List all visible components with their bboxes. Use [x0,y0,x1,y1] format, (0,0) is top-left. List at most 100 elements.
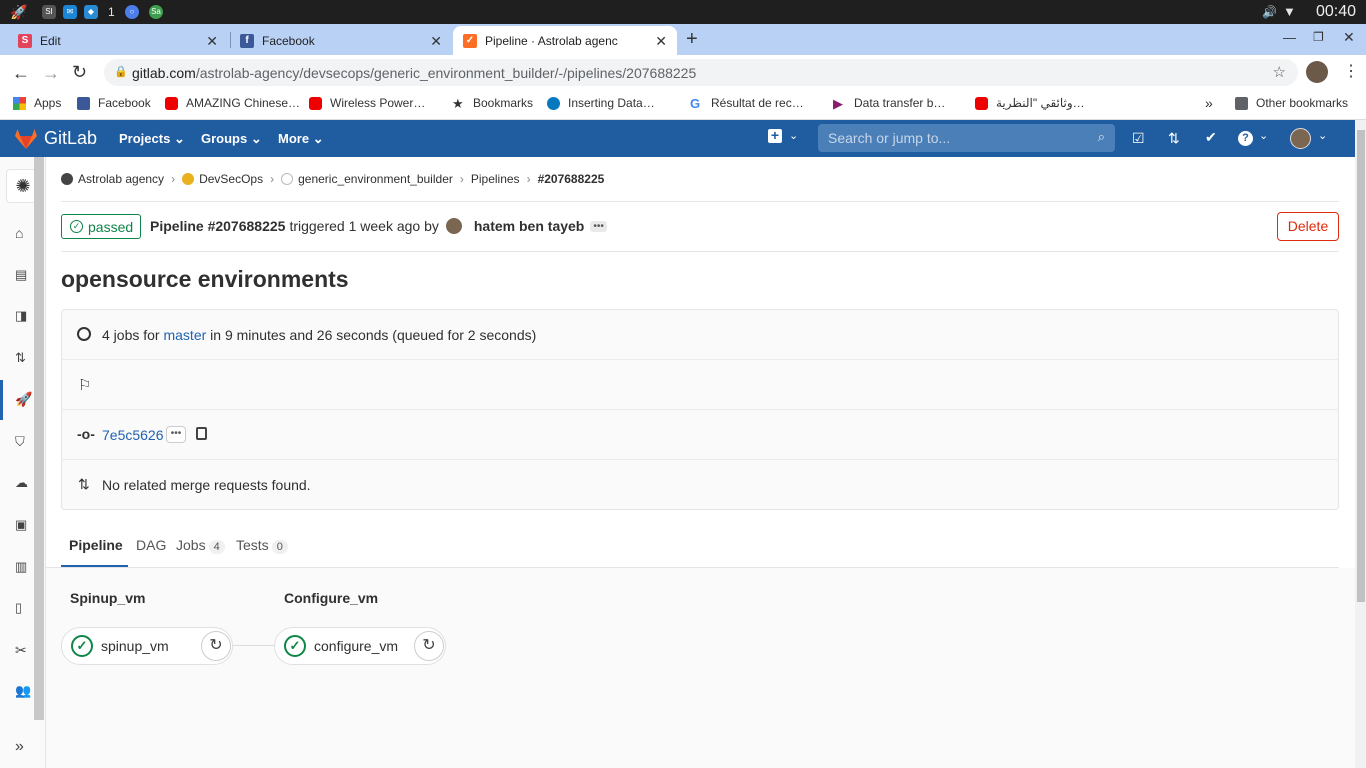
arrow-bookmark-icon: ▶ [833,95,843,111]
analytics-icon[interactable]: ▥ [15,559,31,575]
breadcrumb-current[interactable]: #207688225 [538,172,605,186]
new-plus-icon[interactable]: + [768,128,782,143]
chrome-app-icon[interactable]: ○ [125,5,139,19]
bookmark-inserting[interactable]: Inserting Data… [547,96,655,110]
new-tab-icon[interactable]: + [686,28,698,51]
breadcrumb-item[interactable]: Pipelines [471,172,520,186]
tab-facebook[interactable]: f Facebook ✕ [232,26,452,55]
rocket-icon[interactable]: 🚀 [10,4,27,21]
si-app-icon[interactable]: SI [42,5,56,19]
tab-pipeline[interactable]: Pipeline [69,537,123,553]
packages-icon[interactable]: ▣ [15,517,31,533]
back-icon[interactable]: ← [12,63,30,84]
clock: 00:40 [1315,3,1356,20]
merge-requests-icon[interactable]: ⇅ [15,350,31,366]
retry-button[interactable]: ↻ [201,631,231,661]
tab-pipeline[interactable]: ✓ Pipeline · Astrolab agenc ✕ [453,26,677,55]
minimize-icon[interactable]: — [1283,30,1296,45]
cicd-rocket-icon[interactable]: 🚀 [15,391,32,407]
star-icon[interactable]: ☆ [1273,63,1286,81]
gitlab-header: GitLab Projects ⌄ Groups ⌄ More ⌄ + ⌄ ☑ … [0,120,1355,157]
bookmark-label: Résultat de rec… [711,96,804,110]
flag-icon: ⚐ [78,377,92,394]
merge-request-icon[interactable]: ⇅ [1168,130,1180,147]
close-icon[interactable]: ✕ [655,33,667,50]
close-icon[interactable]: ✕ [206,33,218,50]
delete-button[interactable]: Delete [1277,212,1339,241]
job-card-spinup[interactable]: ✓ spinup_vm ↻ [61,627,233,665]
commit-expand-button[interactable]: ••• [166,426,186,443]
url-bar[interactable]: 🔒 gitlab.com/astrolab-agency/devsecops/g… [104,59,1298,86]
nav-groups[interactable]: Groups ⌄ [201,131,262,147]
menu-dots-icon[interactable]: ⋮ [1343,61,1359,81]
bookmark-facebook[interactable]: Facebook [77,96,151,110]
window-close-icon[interactable]: ✕ [1343,29,1355,46]
flag-row: ⚐ [62,360,1338,410]
gitlab-logo-icon[interactable] [14,128,38,150]
sidebar-scrollbar[interactable] [34,157,44,720]
bookmark-bookmarks[interactable]: ★ Bookmarks [452,96,533,110]
branch-link[interactable]: master [163,327,206,343]
tab-jobs[interactable]: Jobs 4 [176,537,225,554]
copy-clipboard-icon[interactable] [196,427,207,440]
page-scrollbar-thumb[interactable] [1357,130,1365,602]
job-card-configure[interactable]: ✓ configure_vm ↻ [274,627,446,665]
snippets-scissors-icon[interactable]: ✂ [15,642,31,658]
issues-icon[interactable]: ◨ [15,308,31,324]
profile-avatar[interactable] [1306,61,1328,83]
bookmark-other[interactable]: Other bookmarks [1235,96,1348,110]
help-icon[interactable]: ? [1238,131,1253,146]
repository-icon[interactable]: ▤ [15,267,31,283]
tab-label: Pipeline [69,537,123,553]
members-icon[interactable]: 👥 [15,683,31,699]
check-circle-icon: ✓ [70,220,83,233]
commit-sha-link[interactable]: 7e5c5626 [102,427,164,443]
tab-tests[interactable]: Tests 0 [236,537,288,554]
vscode-app-icon[interactable]: ◆ [84,5,98,19]
user-avatar[interactable] [1290,128,1311,149]
breadcrumb-item[interactable]: generic_environment_builder [298,172,453,186]
nav-projects[interactable]: Projects ⌄ [119,131,185,147]
expand-sidebar-icon[interactable]: » [15,738,31,755]
mail-app-icon[interactable]: ✉ [63,5,77,19]
reload-icon[interactable]: ↻ [72,62,87,83]
sa-app-icon[interactable]: Sa [149,5,163,19]
wiki-book-icon[interactable]: ▯ [15,600,31,616]
issues-check-icon[interactable]: ✔ [1205,129,1217,146]
user-avatar[interactable] [445,218,462,234]
status-badge[interactable]: ✓ passed [61,214,141,239]
breadcrumb-item[interactable]: Astrolab agency [78,172,164,186]
deployments-cloud-icon[interactable]: ☁ [15,475,31,491]
restore-icon[interactable]: ❐ [1313,30,1324,44]
message-icon[interactable]: ••• [590,220,607,232]
tab-dag[interactable]: DAG [136,537,166,553]
user-link[interactable]: hatem ben tayeb [474,218,584,234]
pipeline-details-box: 4 jobs for master in 9 minutes and 26 se… [61,309,1339,510]
chevron-down-icon[interactable]: ⌄ [1318,129,1327,142]
nav-more[interactable]: More ⌄ [278,131,324,147]
wifi-icon[interactable]: ▼ [1283,4,1296,19]
bookmark-data-transfer[interactable]: ▶ Data transfer b… [833,96,945,110]
forward-icon[interactable]: → [42,63,60,84]
home-icon[interactable]: ⌂ [15,225,31,241]
chevron-down-icon[interactable]: ⌄ [1259,129,1268,142]
tab-edit[interactable]: S Edit ✕ [0,26,228,55]
bookmark-google[interactable]: G Résultat de rec… [690,96,804,110]
bookmark-apps[interactable]: Apps [13,96,61,110]
close-icon[interactable]: ✕ [430,33,442,50]
bookmark-youtube-3[interactable]: وثائقي "النظرية… [975,96,1085,110]
bookmark-youtube-1[interactable]: AMAZING Chinese… [165,96,300,110]
chevron-right-icon[interactable]: » [1205,95,1213,111]
breadcrumb-item[interactable]: DevSecOps [199,172,263,186]
security-shield-icon[interactable]: ⛉ [15,434,31,450]
job-name: configure_vm [314,638,399,654]
todo-icon[interactable]: ☑ [1132,130,1145,147]
search-input[interactable]: Search or jump to... ⌕ [818,124,1115,152]
pipeline-graph [46,568,1355,768]
volume-icon[interactable]: 🔊 [1262,5,1277,19]
bookmark-youtube-2[interactable]: Wireless Power… [309,96,425,110]
gitlab-brand[interactable]: GitLab [44,128,97,149]
chevron-down-icon[interactable]: ⌄ [789,129,798,142]
status-text: passed [88,218,134,235]
retry-button[interactable]: ↻ [414,631,444,661]
